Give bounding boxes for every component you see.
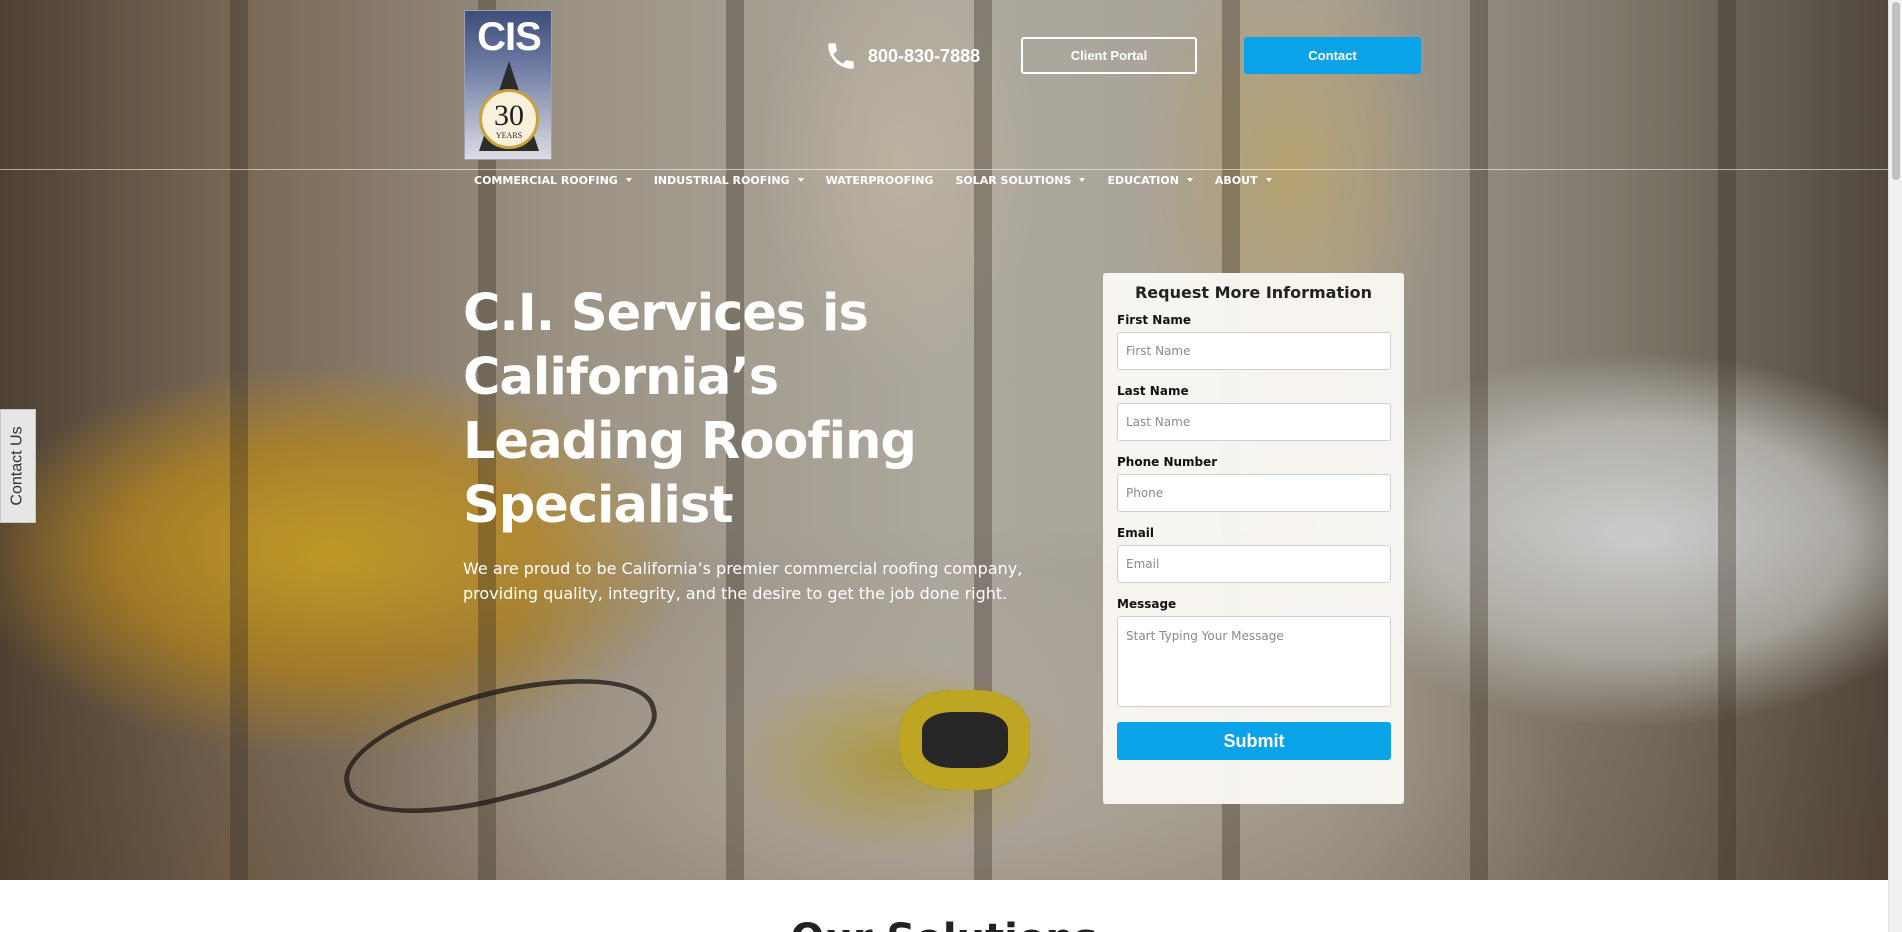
contact-button[interactable]: Contact [1244, 37, 1421, 74]
nav-item-label: ABOUT [1214, 173, 1258, 187]
header-phone[interactable]: 800-830-7888 [824, 38, 980, 74]
first-name-field[interactable] [1117, 332, 1391, 370]
page-scrollbar[interactable] [1888, 0, 1902, 932]
client-portal-button[interactable]: Client Portal [1021, 37, 1197, 74]
contact-us-side-tab[interactable]: Contact Us [0, 409, 36, 523]
section-title: Our Solutions [0, 915, 1888, 932]
hero-tape-measure-image [900, 690, 1030, 790]
nav-item-label: EDUCATION [1107, 173, 1179, 187]
nav-item-waterproofing[interactable]: WATERPROOFING [826, 172, 934, 188]
side-tab-label: Contact Us [9, 426, 27, 506]
caret-down-icon [797, 178, 804, 182]
nav-item-label: SOLAR SOLUTIONS [955, 173, 1072, 187]
message-field[interactable] [1117, 616, 1391, 707]
hero-glasses-image [331, 652, 669, 838]
logo-brand-text: CIS [477, 15, 542, 59]
phone-number[interactable]: 800-830-7888 [868, 46, 980, 67]
nav-item-about[interactable]: ABOUT [1215, 172, 1272, 188]
caret-down-icon [625, 178, 632, 182]
last-name-label: Last Name [1117, 384, 1189, 398]
logo-seal-word: YEARS [495, 131, 523, 140]
nav-item-commercial-roofing[interactable]: COMMERCIAL ROOFING [474, 172, 632, 188]
hero-title-line: C.I. Services is [463, 284, 869, 343]
hero-subtitle-line: We are proud to be California’s premier … [463, 559, 1023, 578]
caret-down-icon [1186, 178, 1193, 182]
last-name-field[interactable] [1117, 403, 1391, 441]
nav-item-label: COMMERCIAL ROOFING [474, 173, 618, 187]
nav-item-education[interactable]: EDUCATION [1107, 172, 1193, 188]
hero-title-line: California’s [463, 348, 779, 407]
phone-icon [828, 43, 854, 69]
nav-item-industrial-roofing[interactable]: INDUSTRIAL ROOFING [654, 172, 804, 188]
logo-seal-number: 30 [494, 99, 524, 132]
email-label: Email [1117, 526, 1155, 540]
message-label: Message [1117, 597, 1177, 611]
caret-down-icon [1265, 178, 1272, 182]
caret-down-icon [1079, 178, 1086, 182]
request-info-form: Request More Information First Name Last… [1103, 273, 1404, 804]
hero-title-line: Leading Roofing [463, 412, 917, 471]
scrollbar-thumb[interactable] [1892, 2, 1900, 180]
nav-item-solar-solutions[interactable]: SOLAR SOLUTIONS [955, 172, 1086, 188]
email-field[interactable] [1117, 545, 1391, 583]
hero-title: C.I. Services is California’s Leading Ro… [463, 282, 943, 538]
hero-title-line: Specialist [463, 476, 734, 535]
nav-item-label: INDUSTRIAL ROOFING [653, 173, 790, 187]
hero-background [0, 0, 1888, 880]
nav-item-label: WATERPROOFING [825, 173, 934, 187]
hero-subtitle: We are proud to be California’s premier … [463, 556, 1023, 606]
main-nav: COMMERCIAL ROOFING INDUSTRIAL ROOFING WA… [474, 172, 1294, 188]
phone-number-label: Phone Number [1117, 455, 1218, 469]
phone-field[interactable] [1117, 474, 1391, 512]
hero-subtitle-line: providing quality, integrity, and the de… [463, 584, 1008, 603]
nav-divider [0, 169, 1888, 170]
site-logo[interactable]: CIS 30 YEARS [464, 10, 552, 160]
form-title: Request More Information [1134, 283, 1372, 302]
first-name-label: First Name [1117, 313, 1192, 327]
submit-button[interactable]: Submit [1117, 722, 1391, 760]
